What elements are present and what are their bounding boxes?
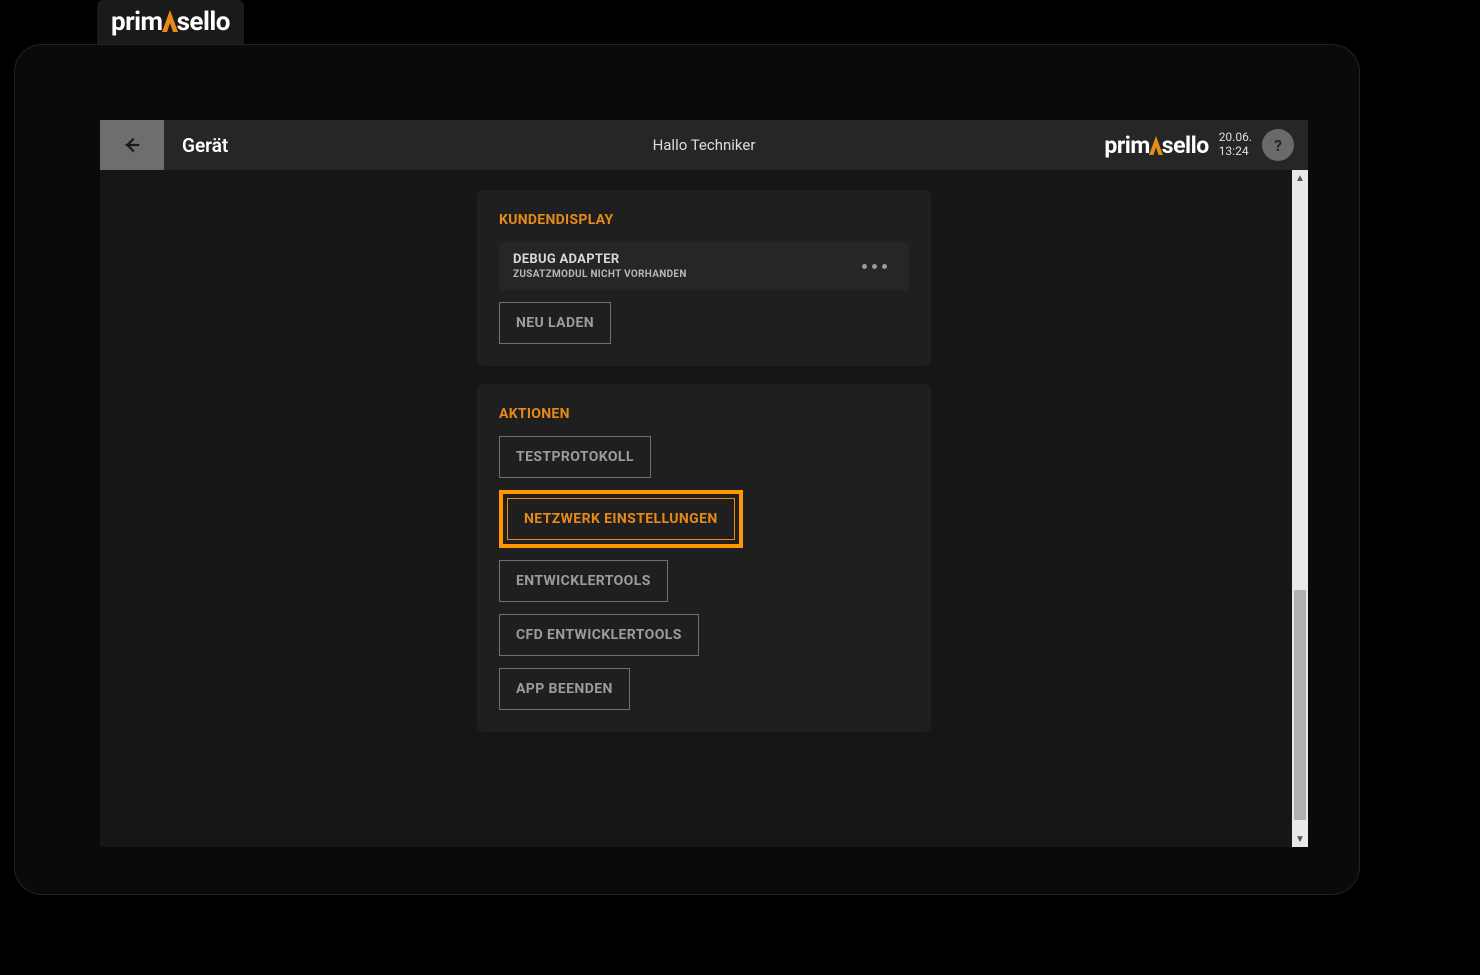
card-secondary-text: ZUSATZMODUL NICHT VORHANDEN <box>513 269 687 280</box>
panel-title-kundendisplay: KUNDENDISPLAY <box>499 212 909 228</box>
panel-title-aktionen: AKTIONEN <box>499 406 909 422</box>
content-area: KUNDENDISPLAY DEBUG ADAPTER ZUSATZMODUL … <box>100 170 1308 847</box>
help-icon: ? <box>1274 136 1282 155</box>
scroll-down-icon[interactable]: ▼ <box>1292 831 1308 847</box>
highlight-frame: NETZWERK EINSTELLUNGEN <box>499 490 743 548</box>
cfd-entwicklertools-button[interactable]: CFD ENTWICKLERTOOLS <box>499 614 699 656</box>
entwicklertools-button[interactable]: ENTWICKLERTOOLS <box>499 560 668 602</box>
neu-laden-button[interactable]: NEU LADEN <box>499 302 611 344</box>
card-primary-text: DEBUG ADAPTER <box>513 252 687 267</box>
date-text: 20.06. <box>1219 131 1252 145</box>
debug-adapter-card[interactable]: DEBUG ADAPTER ZUSATZMODUL NICHT VORHANDE… <box>499 242 909 290</box>
logo-text-sello: sello <box>177 7 230 37</box>
netzwerk-einstellungen-button[interactable]: NETZWERK EINSTELLUNGEN <box>507 498 735 540</box>
topbar: Gerät Hallo Techniker prim sello 20.06. … <box>100 120 1308 170</box>
panel-kundendisplay: KUNDENDISPLAY DEBUG ADAPTER ZUSATZMODUL … <box>477 190 931 366</box>
logo-text-prim: prim <box>1104 132 1149 159</box>
logo-text-sello: sello <box>1162 132 1209 159</box>
topbar-right: prim sello 20.06. 13:24 ? <box>1104 129 1308 161</box>
scrollbar-thumb[interactable] <box>1294 590 1306 820</box>
greeting-text: Hallo Techniker <box>653 136 756 154</box>
help-button[interactable]: ? <box>1262 129 1294 161</box>
card-text: DEBUG ADAPTER ZUSATZMODUL NICHT VORHANDE… <box>513 252 687 280</box>
arrow-left-icon <box>121 134 143 156</box>
back-button[interactable] <box>100 120 164 170</box>
app-window: Gerät Hallo Techniker prim sello 20.06. … <box>100 120 1308 847</box>
scrollbar[interactable]: ▲ ▼ <box>1292 170 1308 847</box>
panel-aktionen: AKTIONEN TESTPROTOKOLL NETZWERK EINSTELL… <box>477 384 931 732</box>
window-tab: prim sello <box>97 0 244 44</box>
logo-glyph-icon <box>1149 132 1163 162</box>
brand-logo-header: prim sello <box>1104 130 1208 160</box>
dots-icon <box>862 264 867 269</box>
logo-text-prim: prim <box>111 7 163 37</box>
testprotokoll-button[interactable]: TESTPROTOKOLL <box>499 436 651 478</box>
dots-icon <box>882 264 887 269</box>
page-title: Gerät <box>182 134 228 157</box>
app-beenden-button[interactable]: APP BEENDEN <box>499 668 630 710</box>
time-text: 13:24 <box>1219 145 1252 159</box>
scroll-up-icon[interactable]: ▲ <box>1292 170 1308 186</box>
more-button[interactable] <box>854 256 895 277</box>
brand-logo: prim sello <box>111 7 230 37</box>
datetime: 20.06. 13:24 <box>1219 131 1252 159</box>
dots-icon <box>872 264 877 269</box>
logo-glyph-icon <box>162 9 178 39</box>
scroll-content: KUNDENDISPLAY DEBUG ADAPTER ZUSATZMODUL … <box>100 170 1308 847</box>
device-frame: Gerät Hallo Techniker prim sello 20.06. … <box>14 44 1360 895</box>
